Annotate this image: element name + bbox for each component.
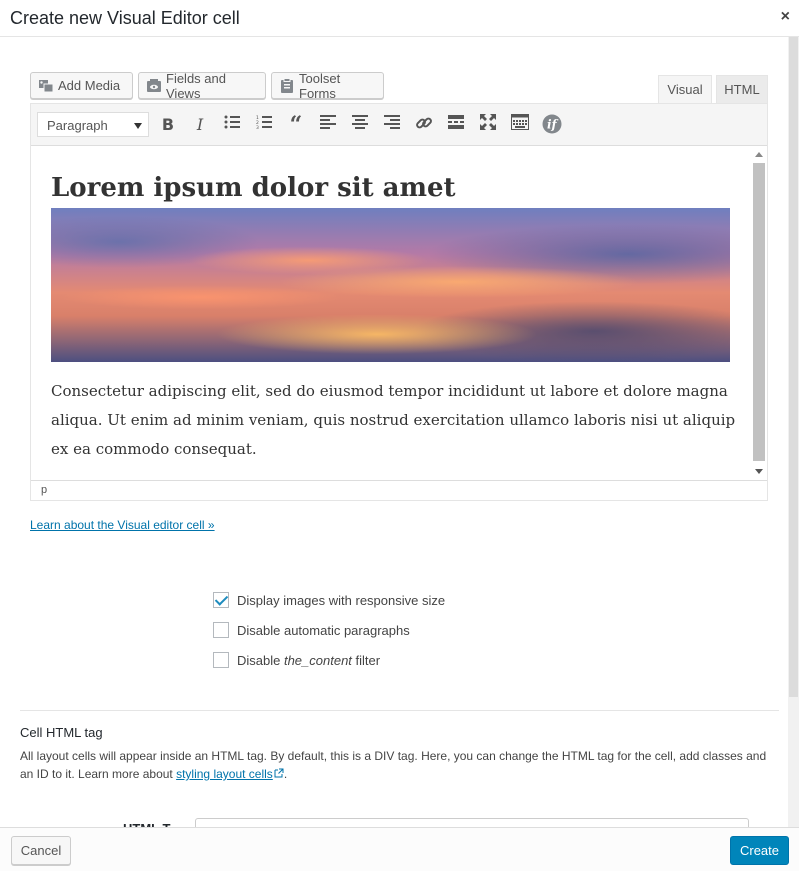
tab-html[interactable]: HTML	[716, 75, 768, 104]
chevron-down-icon	[134, 123, 142, 129]
responsive-images-option[interactable]: Display images with responsive size	[213, 592, 445, 608]
clipboard-icon	[279, 77, 295, 94]
add-media-button[interactable]: Add Media	[30, 72, 133, 99]
fields-and-views-label: Fields and Views	[166, 70, 226, 101]
dialog-titlebar: Create new Visual Editor cell ×	[0, 0, 799, 37]
description-end: .	[283, 767, 288, 781]
dialog: Create new Visual Editor cell × Add Medi…	[0, 0, 799, 871]
scroll-down-icon[interactable]	[755, 469, 763, 474]
disable-content-filter-option[interactable]: Disable the_content filter	[213, 652, 380, 668]
cancel-button[interactable]: Cancel	[11, 836, 71, 865]
external-link-icon	[274, 768, 284, 778]
media-icon	[38, 78, 54, 94]
description-text: All layout cells will appear inside an H…	[20, 749, 767, 781]
responsive-images-checkbox[interactable]	[213, 592, 229, 608]
add-media-label: Add Media	[58, 78, 121, 93]
cell-html-tag-description: All layout cells will appear inside an H…	[20, 747, 780, 783]
blockquote-icon[interactable]: “	[285, 114, 307, 136]
editor-scrollbar[interactable]	[751, 149, 767, 479]
bold-icon[interactable]: B	[157, 114, 179, 136]
format-select[interactable]: Paragraph	[37, 112, 149, 137]
close-icon[interactable]: ×	[781, 8, 790, 26]
format-select-value: Paragraph	[47, 118, 108, 133]
label-em: the_content	[283, 652, 352, 668]
disable-paragraphs-option[interactable]: Disable automatic paragraphs	[213, 622, 410, 638]
conditional-icon[interactable]: if	[541, 114, 563, 136]
dialog-scrollbar-thumb[interactable]	[789, 37, 798, 697]
italic-icon[interactable]: I	[189, 114, 211, 136]
disable-paragraphs-label: Disable automatic paragraphs	[237, 622, 410, 638]
sunset-image	[51, 208, 730, 362]
editor-toolbar: Paragraph B I 123 “ if	[31, 104, 767, 146]
label-pre: Disable	[237, 652, 284, 668]
label-post: filter	[351, 652, 381, 668]
section-divider	[20, 710, 779, 711]
align-center-icon[interactable]	[349, 114, 371, 136]
svg-text:3: 3	[256, 125, 259, 129]
numbered-list-icon[interactable]: 123	[253, 114, 275, 136]
bulleted-list-icon[interactable]	[221, 114, 243, 136]
tab-visual[interactable]: Visual	[658, 75, 712, 104]
fields-views-icon	[146, 78, 162, 94]
editor-content[interactable]: Lorem ipsum dolor sit amet Consectetur a…	[31, 146, 749, 480]
link-icon[interactable]	[413, 114, 435, 136]
create-button[interactable]: Create	[730, 836, 789, 865]
scroll-up-icon[interactable]	[755, 152, 763, 157]
dialog-title: Create new Visual Editor cell	[10, 8, 240, 28]
fullscreen-icon[interactable]	[477, 114, 499, 136]
styling-link-label: styling layout cells	[176, 767, 273, 781]
toolset-forms-label: Toolset Forms	[299, 70, 341, 101]
disable-content-filter-label: Disable the_content filter	[237, 653, 380, 668]
disable-content-filter-checkbox[interactable]	[213, 652, 229, 668]
align-right-icon[interactable]	[381, 114, 403, 136]
visual-editor: Paragraph B I 123 “ if Lorem ipsum dolor…	[30, 103, 768, 501]
content-heading: Lorem ipsum dolor sit amet	[51, 173, 456, 203]
fields-and-views-button[interactable]: Fields and Views	[138, 70, 266, 101]
align-left-icon[interactable]	[317, 114, 339, 136]
responsive-images-label: Display images with responsive size	[237, 592, 446, 608]
read-more-icon[interactable]	[445, 114, 467, 136]
styling-layout-cells-link[interactable]: styling layout cells	[176, 767, 284, 781]
content-paragraph: Consectetur adipiscing elit, sed do eius…	[51, 382, 736, 458]
editor-scrollbar-thumb[interactable]	[753, 163, 765, 461]
element-path: p	[31, 480, 767, 500]
dialog-footer: Cancel Create	[0, 827, 799, 871]
learn-visual-editor-link[interactable]: Learn about the Visual editor cell »	[30, 518, 215, 532]
disable-paragraphs-checkbox[interactable]	[213, 622, 229, 638]
toolset-forms-button[interactable]: Toolset Forms	[271, 70, 384, 101]
dialog-scrollbar[interactable]	[788, 37, 799, 827]
toolbar-toggle-icon[interactable]	[509, 114, 531, 136]
cell-html-tag-title: Cell HTML tag	[20, 725, 103, 740]
